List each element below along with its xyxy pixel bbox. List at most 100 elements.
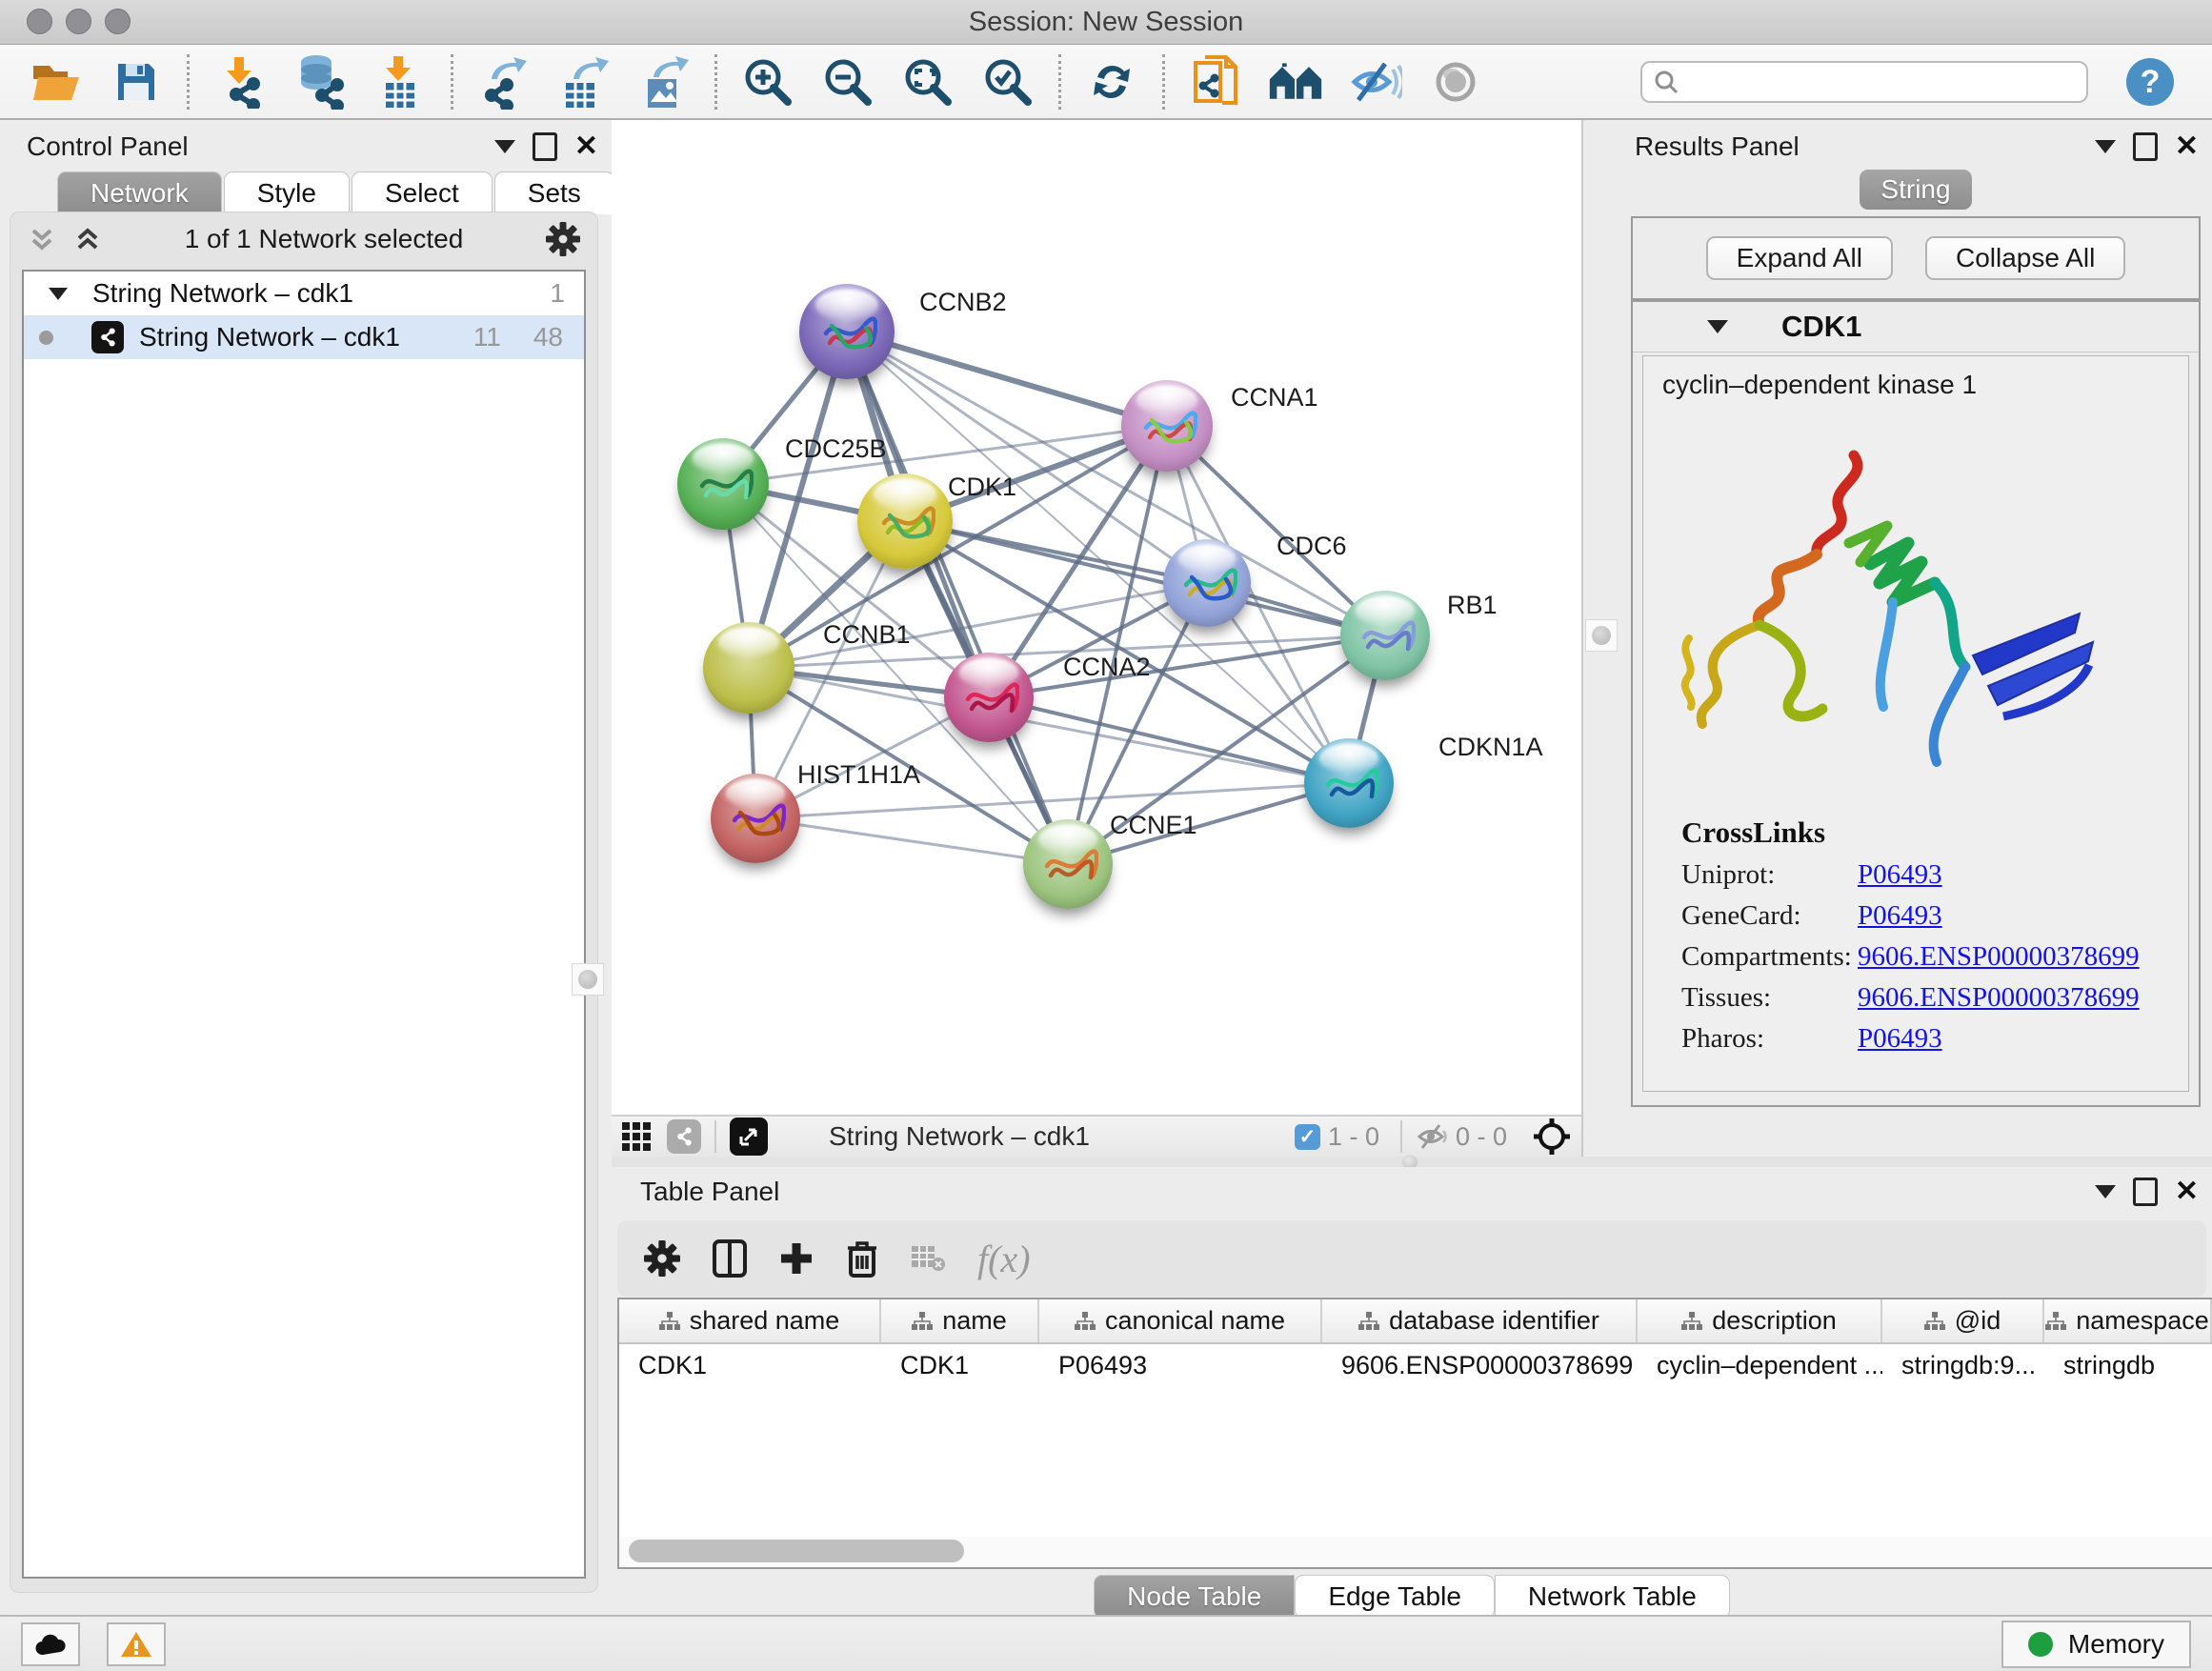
network-canvas[interactable]: CCNB2CCNA1CDC25BCDK1CDC6RB1CCNB1CCNA2CDK… [612,120,1581,1115]
first-neighbors-icon[interactable] [1268,52,1323,111]
refresh-icon[interactable] [1084,52,1139,111]
column-header-name[interactable]: name [881,1299,1039,1342]
column-header-namespace[interactable]: namespace [2044,1299,2212,1342]
share-view-icon[interactable] [667,1119,701,1154]
table-horizontal-scrollbar[interactable] [617,1537,2212,1569]
crosslink-row: Pharos:P06493 [1681,1023,2188,1055]
show-graphics-icon[interactable] [1428,52,1483,111]
panel-divider-handle[interactable] [572,963,604,996]
tab-network-table[interactable]: Network Table [1495,1575,1730,1619]
network-row[interactable]: String Network – cdk1 11 48 [24,315,584,359]
grid-view-icon[interactable] [621,1121,652,1152]
panel-divider-handle[interactable] [1585,619,1618,652]
results-panel-divider[interactable] [1581,120,1621,1157]
expand-all-button[interactable]: Expand All [1706,236,1893,280]
network-edge[interactable] [989,697,1349,783]
import-network-database-icon[interactable] [292,52,348,111]
add-column-icon[interactable] [779,1241,814,1276]
column-header-database-identifier[interactable]: database identifier [1322,1299,1638,1342]
expand-all-icon[interactable] [73,225,102,253]
network-node-ccna2[interactable] [944,653,1034,742]
network-node-ccnb1[interactable] [703,622,794,714]
import-table-file-icon[interactable] [372,52,428,111]
float-panel-icon[interactable] [533,132,557,161]
network-node-cdc6[interactable] [1163,539,1251,627]
panel-menu-icon[interactable] [2095,1185,2116,1198]
horizontal-splitter[interactable] [612,1157,2212,1167]
collection-expander-icon[interactable] [49,288,68,300]
cloud-status-button[interactable] [21,1622,80,1666]
column-header-description[interactable]: description [1638,1299,1882,1342]
network-edge[interactable] [847,332,1167,426]
memory-button[interactable]: Memory [2001,1621,2191,1668]
tab-node-table[interactable]: Node Table [1094,1575,1295,1619]
selected-checkbox-icon[interactable]: ✓ [1295,1124,1320,1150]
save-session-icon[interactable] [109,52,164,111]
zoom-fit-icon[interactable] [900,52,955,111]
network-edges[interactable] [612,120,1581,1115]
crosslink-link[interactable]: P06493 [1858,859,1942,891]
import-network-file-icon[interactable] [212,52,268,111]
table-row[interactable]: CDK1CDK1P064939606.ENSP00000378699cyclin… [619,1344,2212,1386]
column-header--id[interactable]: @id [1882,1299,2044,1342]
network-options-gear-icon[interactable] [546,222,580,256]
network-edge[interactable] [755,818,1068,864]
shared-column-icon [1075,1312,1096,1331]
svg-text:?: ? [2141,64,2161,100]
network-node-hist1h1a[interactable] [711,774,800,863]
export-image-icon[interactable] [636,52,692,111]
network-node-cdk1[interactable] [857,473,953,569]
search-input[interactable] [1688,66,2075,97]
clone-network-icon[interactable] [1188,52,1243,111]
tab-style[interactable]: Style [224,171,350,214]
export-table-icon[interactable] [556,52,612,111]
birdseye-view-icon[interactable] [730,1117,768,1156]
search-box[interactable] [1640,61,2088,103]
open-session-icon[interactable] [29,52,84,111]
tab-network[interactable]: Network [57,171,222,214]
network-collection-row[interactable]: String Network – cdk1 1 [24,272,584,315]
column-header-canonical-name[interactable]: canonical name [1039,1299,1322,1342]
hidden-eye-icon[interactable] [1416,1122,1448,1151]
panel-menu-icon[interactable] [494,140,515,153]
network-node-rb1[interactable] [1340,591,1430,680]
crosslink-link[interactable]: 9606.ENSP00000378699 [1858,982,2140,1014]
table-options-gear-icon[interactable] [644,1240,680,1277]
network-node-cdkn1a[interactable] [1304,738,1394,828]
hide-selected-icon[interactable] [1348,52,1403,111]
float-panel-icon[interactable] [2133,132,2158,161]
export-network-icon[interactable] [476,52,532,111]
column-header-shared-name[interactable]: shared name [619,1299,881,1342]
close-panel-icon[interactable]: ✕ [2175,1178,2199,1206]
collapse-all-button[interactable]: Collapse All [1925,236,2125,280]
results-panel-title: Results Panel [1635,131,1800,162]
tab-edge-table[interactable]: Edge Table [1295,1575,1495,1619]
network-node-cdc25b[interactable] [677,438,769,530]
zoom-in-icon[interactable] [740,52,795,111]
zoom-out-icon[interactable] [820,52,875,111]
tab-sets[interactable]: Sets [494,171,614,214]
network-node-ccna1[interactable] [1121,380,1213,472]
tab-select[interactable]: Select [352,171,493,214]
scrollbar-thumb[interactable] [629,1540,964,1562]
delete-column-icon[interactable] [846,1239,878,1278]
panel-menu-icon[interactable] [2095,140,2116,153]
fit-selected-crosshair-icon[interactable] [1532,1117,1572,1157]
float-panel-icon[interactable] [2133,1178,2158,1206]
network-node-ccnb2[interactable] [799,284,895,379]
collapse-all-icon[interactable] [28,225,56,253]
warnings-button[interactable] [107,1622,166,1666]
close-panel-icon[interactable]: ✕ [2175,132,2199,161]
protein-section-header[interactable]: CDK1 [1633,302,2199,352]
crosslink-link[interactable]: 9606.ENSP00000378699 [1858,941,2140,973]
tab-string[interactable]: String [1860,170,1972,210]
crosslink-link[interactable]: P06493 [1858,900,1942,932]
network-node-ccne1[interactable] [1023,819,1113,909]
crosslink-link[interactable]: P06493 [1858,1023,1942,1055]
close-panel-icon[interactable]: ✕ [574,132,598,161]
protein-structure-thumbnail [1176,556,1237,610]
section-expander-icon[interactable] [1707,320,1728,333]
show-columns-icon[interactable] [713,1239,747,1278]
help-icon[interactable]: ? [2122,52,2178,111]
zoom-selected-icon[interactable] [980,52,1036,111]
